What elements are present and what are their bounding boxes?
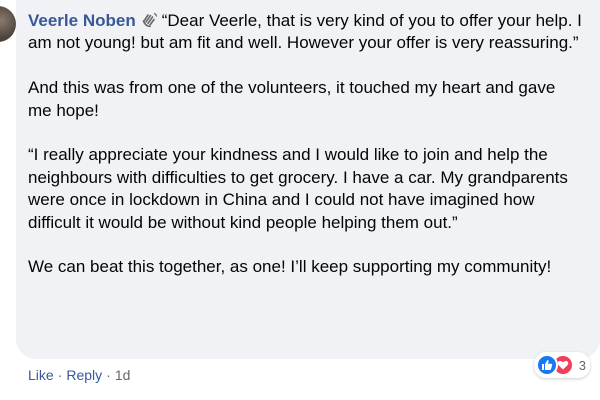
- comment-paragraph: Veerle Noben “Dear Veerle, that is very k…: [28, 10, 582, 55]
- like-button[interactable]: Like: [28, 367, 54, 383]
- comment-paragraph: We can beat this together, as one! I’ll …: [28, 257, 552, 277]
- comment-actions: Like · Reply · 1d: [28, 367, 130, 383]
- reaction-summary[interactable]: 3: [533, 352, 590, 378]
- like-icon: [535, 354, 558, 376]
- separator: ·: [57, 367, 63, 383]
- avatar[interactable]: [0, 6, 16, 42]
- comment-author[interactable]: Veerle Noben: [28, 11, 136, 30]
- comment-bubble: Veerle Noben “Dear Veerle, that is very k…: [16, 0, 600, 359]
- comment-paragraph: And this was from one of the volunteers,…: [28, 78, 556, 120]
- waving-hand-icon: [140, 11, 158, 29]
- reply-button[interactable]: Reply: [66, 367, 102, 383]
- comment-paragraph: “I really appreciate your kindness and I…: [28, 145, 568, 232]
- separator: ·: [106, 367, 111, 383]
- reaction-count: 3: [578, 357, 586, 373]
- comment-body: Veerle Noben “Dear Veerle, that is very k…: [28, 10, 582, 279]
- comment-timestamp[interactable]: 1d: [115, 367, 131, 383]
